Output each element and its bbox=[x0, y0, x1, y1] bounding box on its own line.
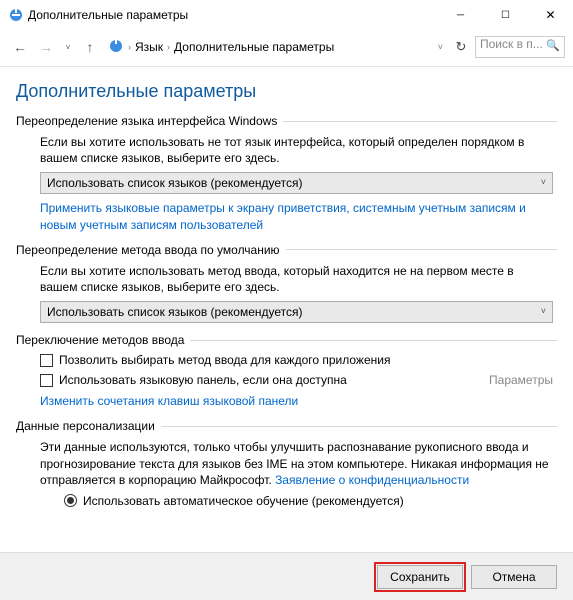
language-bar-checkbox[interactable]: Использовать языковую панель, если она д… bbox=[40, 373, 489, 387]
radio-icon bbox=[64, 494, 77, 507]
section-input-label: Переопределение метода ввода по умолчани… bbox=[16, 243, 280, 257]
section-input-method: Переопределение метода ввода по умолчани… bbox=[16, 243, 557, 323]
section-personalization: Данные персонализации Эти данные использ… bbox=[16, 419, 557, 508]
per-app-input-checkbox[interactable]: Позволить выбирать метод ввода для каждо… bbox=[40, 353, 553, 367]
forward-button[interactable]: → bbox=[34, 35, 58, 59]
close-button[interactable]: ✕ bbox=[528, 0, 573, 30]
window-title: Дополнительные параметры bbox=[24, 8, 438, 22]
section-personal-label: Данные персонализации bbox=[16, 419, 155, 433]
section-switch-methods: Переключение методов ввода Позволить выб… bbox=[16, 333, 557, 409]
maximize-button[interactable]: ☐ bbox=[483, 0, 528, 30]
section-ui-language: Переопределение языка интерфейса Windows… bbox=[16, 114, 557, 233]
chevron-down-icon[interactable]: ˅ bbox=[438, 42, 443, 52]
language-bar-params-link[interactable]: Параметры bbox=[489, 373, 553, 387]
hotkeys-link[interactable]: Изменить сочетания клавиш языковой панел… bbox=[40, 394, 298, 408]
ui-language-select[interactable]: Использовать список языков (рекомендуетс… bbox=[40, 172, 553, 194]
chevron-right-icon: › bbox=[167, 42, 170, 52]
input-method-select[interactable]: Использовать список языков (рекомендуетс… bbox=[40, 301, 553, 323]
input-method-value: Использовать список языков (рекомендуетс… bbox=[47, 305, 303, 319]
refresh-button[interactable]: ↻ bbox=[449, 35, 473, 59]
privacy-link[interactable]: Заявление о конфиденциальности bbox=[275, 473, 469, 487]
section-divider bbox=[190, 340, 557, 341]
save-label: Сохранить bbox=[390, 570, 450, 584]
back-button[interactable]: ← bbox=[8, 35, 32, 59]
minimize-button[interactable]: ─ bbox=[438, 0, 483, 30]
input-hint: Если вы хотите использовать метод ввода,… bbox=[40, 263, 553, 295]
apply-to-welcome-link[interactable]: Применить языковые параметры к экрану пр… bbox=[40, 201, 526, 231]
section-divider bbox=[161, 426, 557, 427]
breadcrumb[interactable]: › Язык › Дополнительные параметры ˅ bbox=[108, 38, 443, 57]
chevron-right-icon: › bbox=[128, 42, 131, 52]
app-icon bbox=[8, 7, 24, 23]
language-bar-label: Использовать языковую панель, если она д… bbox=[59, 373, 347, 387]
search-input[interactable]: Поиск в п... bbox=[475, 36, 565, 58]
history-dropdown[interactable]: ˅ bbox=[60, 35, 76, 59]
checkbox-icon bbox=[40, 354, 53, 367]
checkbox-icon bbox=[40, 374, 53, 387]
breadcrumb-language[interactable]: Язык bbox=[135, 40, 163, 54]
search-placeholder: Поиск в п... bbox=[480, 37, 543, 51]
chevron-down-icon: ˅ bbox=[541, 177, 546, 187]
location-icon bbox=[108, 38, 124, 57]
titlebar: Дополнительные параметры ─ ☐ ✕ bbox=[0, 0, 573, 30]
ui-hint: Если вы хотите использовать не тот язык … bbox=[40, 134, 553, 166]
per-app-input-label: Позволить выбирать метод ввода для каждо… bbox=[59, 353, 390, 367]
personal-hint: Эти данные используются, только чтобы ул… bbox=[40, 439, 553, 488]
section-divider bbox=[283, 121, 557, 122]
save-button[interactable]: Сохранить bbox=[377, 565, 463, 589]
auto-learning-label: Использовать автоматическое обучение (ре… bbox=[83, 494, 404, 508]
section-switch-label: Переключение методов ввода bbox=[16, 333, 184, 347]
content: Дополнительные параметры Переопределение… bbox=[0, 67, 573, 508]
section-ui-label: Переопределение языка интерфейса Windows bbox=[16, 114, 277, 128]
cancel-button[interactable]: Отмена bbox=[471, 565, 557, 589]
breadcrumb-advanced[interactable]: Дополнительные параметры bbox=[174, 40, 334, 54]
page-title: Дополнительные параметры bbox=[16, 81, 557, 102]
up-button[interactable]: ↑ bbox=[78, 35, 102, 59]
section-divider bbox=[286, 249, 557, 250]
button-bar: Сохранить Отмена bbox=[0, 552, 573, 600]
ui-language-value: Использовать список языков (рекомендуетс… bbox=[47, 176, 303, 190]
auto-learning-radio[interactable]: Использовать автоматическое обучение (ре… bbox=[40, 494, 553, 508]
chevron-down-icon: ˅ bbox=[541, 306, 546, 316]
navbar: ← → ˅ ↑ › Язык › Дополнительные параметр… bbox=[0, 30, 573, 64]
cancel-label: Отмена bbox=[492, 570, 535, 584]
